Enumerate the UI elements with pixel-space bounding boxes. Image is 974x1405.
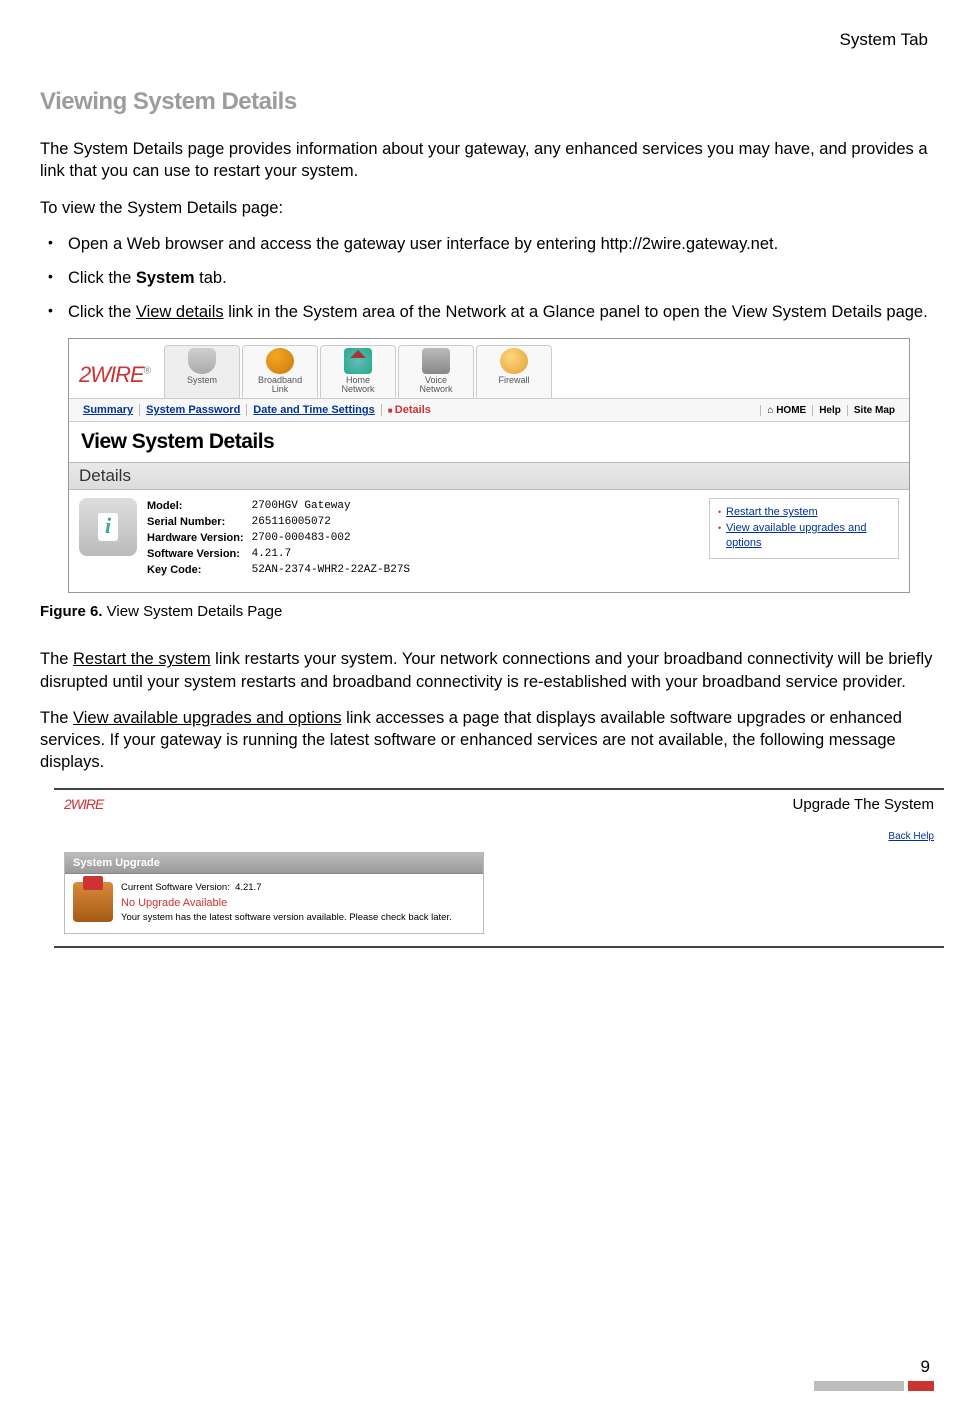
link-view-upgrades[interactable]: View available upgrades and options xyxy=(718,521,890,552)
subnav-details[interactable]: Details xyxy=(382,404,437,416)
brand-logo: 2WIRE® xyxy=(77,358,160,398)
subnav-date-time[interactable]: Date and Time Settings xyxy=(247,404,381,416)
current-sw-value: 4.21.7 xyxy=(235,882,261,893)
upgrade-page-title: Upgrade The System xyxy=(793,796,934,813)
current-sw-label: Current Software Version: xyxy=(121,882,230,893)
phone-icon xyxy=(422,348,450,374)
step-2-pre: Click the xyxy=(68,269,136,287)
info-icon xyxy=(79,498,137,556)
upgrade-link-text: View available upgrades and options xyxy=(73,709,341,727)
step-3-post: link in the System area of the Network a… xyxy=(224,303,928,321)
section-heading: Viewing System Details xyxy=(40,88,934,116)
no-upgrade-message: No Upgrade Available xyxy=(121,896,452,910)
step-1: Open a Web browser and access the gatewa… xyxy=(40,233,934,255)
lock-icon xyxy=(500,348,528,374)
figure-view-system-details: 2WIRE® System Broadband Link Home Networ… xyxy=(68,338,910,594)
page-title: View System Details xyxy=(69,422,909,462)
link-home[interactable]: HOME xyxy=(760,405,812,416)
system-upgrade-panel: System Upgrade Current Software Version:… xyxy=(64,852,484,934)
footer-decoration xyxy=(814,1381,934,1391)
upgrade-info-text: Your system has the latest software vers… xyxy=(121,912,452,924)
globe-icon xyxy=(266,348,294,374)
step-2-post: tab. xyxy=(195,269,227,287)
tab-voice-network[interactable]: Voice Network xyxy=(398,345,474,399)
upgrade-paragraph: The View available upgrades and options … xyxy=(40,707,934,774)
panel-header: System Upgrade xyxy=(65,853,483,874)
subnav-summary[interactable]: Summary xyxy=(77,404,140,416)
figure-upgrade-system: 2WIRE Upgrade The System Back Help Syste… xyxy=(54,788,944,948)
restart-paragraph: The Restart the system link restarts you… xyxy=(40,648,934,693)
link-help[interactable]: Help xyxy=(812,405,847,416)
step-2: Click the System tab. xyxy=(40,267,934,289)
home-icon xyxy=(344,348,372,374)
intro-paragraph: The System Details page provides informa… xyxy=(40,138,934,183)
step-2-bold: System xyxy=(136,269,195,287)
shield-icon xyxy=(188,348,216,374)
step-3-pre: Click the xyxy=(68,303,136,321)
tab-system[interactable]: System xyxy=(164,345,240,399)
brand-logo-small: 2WIRE xyxy=(64,796,103,812)
link-restart-system[interactable]: Restart the system xyxy=(718,505,890,520)
tab-firewall[interactable]: Firewall xyxy=(476,345,552,399)
toview-paragraph: To view the System Details page: xyxy=(40,197,934,219)
details-bar: Details xyxy=(69,462,909,490)
link-help-2[interactable]: Help xyxy=(913,831,934,842)
page-number: 9 xyxy=(921,1357,930,1377)
subnav-system-password[interactable]: System Password xyxy=(140,404,247,416)
step-3-link-text: View details xyxy=(136,303,224,321)
step-3: Click the View details link in the Syste… xyxy=(40,301,934,323)
link-back[interactable]: Back xyxy=(888,831,910,842)
tab-home-network[interactable]: Home Network xyxy=(320,345,396,399)
link-sitemap[interactable]: Site Map xyxy=(847,405,901,416)
package-icon xyxy=(73,882,113,922)
tab-broadband[interactable]: Broadband Link xyxy=(242,345,318,399)
details-table: Model:2700HGV Gateway Serial Number:2651… xyxy=(147,498,418,578)
restart-link-text: Restart the system xyxy=(73,650,211,668)
figure-label: Figure 6. xyxy=(40,603,103,620)
figure-6-caption: Figure 6. View System Details Page xyxy=(40,603,934,620)
figure-text: View System Details Page xyxy=(103,603,283,620)
header-tab-label: System Tab xyxy=(40,30,934,50)
side-links-panel: Restart the system View available upgrad… xyxy=(709,498,899,558)
